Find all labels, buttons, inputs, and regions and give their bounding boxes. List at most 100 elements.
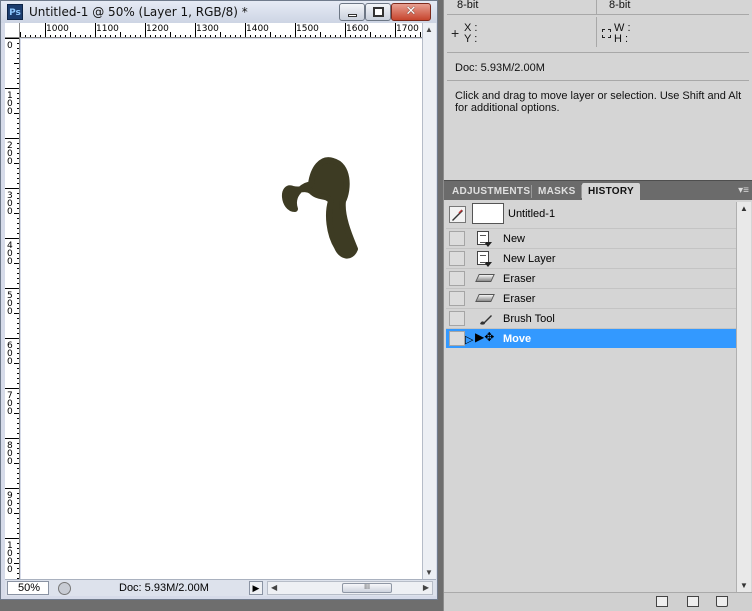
scroll-up-icon[interactable]: ▲: [740, 204, 748, 213]
history-panel-group: ADJUSTMENTS MASKS HISTORY ▾≡ Untitled-1 …: [443, 180, 752, 611]
document-icon: [477, 231, 492, 247]
eraser-icon: [475, 294, 495, 302]
maximize-button[interactable]: [365, 3, 391, 21]
ruler-label-v700: 700: [7, 391, 13, 417]
status-indicator-icon[interactable]: [58, 582, 71, 595]
status-bar: 50% Doc: 5.93M/2.00M ▶ ◀ III ▶: [5, 579, 436, 596]
y-label: Y :: [464, 33, 478, 45]
h-label: H :: [614, 33, 629, 45]
trash-icon[interactable]: [716, 596, 728, 607]
close-icon: ✕: [405, 4, 417, 19]
history-step-new[interactable]: New: [446, 228, 736, 248]
info-doc-size: Doc: 5.93M/2.00M: [455, 62, 545, 74]
minimize-button[interactable]: [339, 3, 365, 21]
tab-history[interactable]: HISTORY: [582, 183, 640, 201]
history-brush-checkbox[interactable]: [449, 331, 465, 346]
history-step-move[interactable]: ▶✥ Move: [446, 328, 736, 348]
history-step-eraser[interactable]: Eraser: [446, 268, 736, 288]
scroll-up-icon[interactable]: ▲: [425, 25, 433, 34]
history-state-pointer-icon: ▷: [465, 334, 474, 346]
ruler-label-1500: 1500: [296, 24, 319, 34]
panel-tab-bar: ADJUSTMENTS MASKS HISTORY ▾≡: [444, 180, 752, 201]
document-canvas[interactable]: [21, 39, 422, 579]
history-step-eraser[interactable]: Eraser: [446, 288, 736, 308]
history-panel-footer: [444, 592, 752, 611]
ruler-label-1300: 1300: [196, 24, 219, 34]
vertical-scrollbar[interactable]: ▲ ▼: [422, 23, 436, 579]
ruler-label-v800: 800: [7, 441, 13, 467]
history-step-label: Move: [503, 333, 532, 345]
crosshair-icon: +: [451, 25, 460, 41]
history-brush-checkbox[interactable]: [449, 291, 465, 306]
history-step-new-layer[interactable]: New Layer: [446, 248, 736, 268]
history-step-brush-tool[interactable]: Brush Tool: [446, 308, 736, 328]
ruler-label-v400: 400: [7, 241, 13, 267]
snapshot-thumbnail[interactable]: [472, 203, 504, 224]
ruler-label-1700: 1700: [396, 24, 419, 34]
horizontal-ruler[interactable]: 1000 1100 1200 1300 1400 1500 1600 1700: [20, 23, 435, 38]
history-brush-checkbox[interactable]: [449, 251, 465, 266]
ruler-label-1400: 1400: [246, 24, 269, 34]
history-brush-source-icon[interactable]: [449, 206, 466, 223]
horizontal-scroll-thumb[interactable]: III: [342, 583, 392, 593]
snapshot-label: Untitled-1: [508, 208, 556, 220]
new-document-from-state-icon[interactable]: [656, 596, 668, 607]
vertical-ruler[interactable]: 0 100 200 300 400 500 600 700 800 900 10…: [5, 38, 20, 579]
document-window: Ps Untitled-1 @ 50% (Layer 1, RGB/8) * ✕…: [0, 0, 438, 600]
move-icon: ▶✥: [475, 330, 495, 344]
info-divider-2: [447, 52, 749, 53]
bit-depth-left: 8-bit: [457, 0, 479, 11]
panel-menu-icon[interactable]: ▾≡: [738, 185, 749, 196]
photoshop-app-icon: Ps: [7, 4, 23, 20]
eraser-icon: [475, 274, 495, 282]
ruler-label-v200: 200: [7, 141, 13, 167]
history-brush-checkbox[interactable]: [449, 271, 465, 286]
ruler-label-1200: 1200: [146, 24, 169, 34]
history-brush-checkbox[interactable]: [449, 311, 465, 326]
ruler-origin[interactable]: [5, 23, 20, 38]
ruler-label-1600: 1600: [346, 24, 369, 34]
ruler-label-1100: 1100: [96, 24, 119, 34]
horizontal-ruler-ticks: [20, 23, 431, 37]
close-button[interactable]: ✕: [391, 3, 431, 21]
document-size: Doc: 5.93M/2.00M: [119, 582, 209, 594]
history-step-label: New Layer: [503, 253, 556, 265]
info-divider-3: [447, 80, 749, 81]
history-step-label: Brush Tool: [503, 313, 555, 325]
ruler-label-v500: 500: [7, 291, 13, 317]
ruler-label-v600: 600: [7, 341, 13, 367]
ruler-label-v1000: 1000: [7, 541, 13, 575]
maximize-icon: [373, 7, 384, 17]
status-menu-arrow-icon[interactable]: ▶: [249, 581, 263, 595]
tab-adjustments[interactable]: ADJUSTMENTS: [446, 183, 536, 201]
tool-hint-line1: Click and drag to move layer or selectio…: [455, 90, 742, 102]
tab-masks[interactable]: MASKS: [532, 183, 582, 201]
ruler-label-1000: 1000: [46, 24, 69, 34]
ruler-label-v0: 0: [7, 41, 13, 51]
selection-size-icon: [602, 29, 611, 38]
document-titlebar[interactable]: Ps Untitled-1 @ 50% (Layer 1, RGB/8) * ✕: [1, 1, 437, 23]
info-divider: [447, 14, 749, 15]
scroll-right-icon[interactable]: ▶: [423, 583, 429, 592]
info-vdivider: [596, 0, 597, 14]
history-snapshot[interactable]: Untitled-1: [446, 202, 736, 228]
history-scrollbar[interactable]: ▲ ▼: [736, 202, 751, 592]
scroll-down-icon[interactable]: ▼: [425, 568, 433, 577]
horizontal-scrollbar[interactable]: ◀ III ▶: [267, 581, 433, 595]
ruler-label-v100: 100: [7, 91, 13, 117]
history-brush-checkbox[interactable]: [449, 231, 465, 246]
ruler-label-v300: 300: [7, 191, 13, 217]
brush-icon: [480, 315, 492, 325]
zoom-field[interactable]: 50%: [7, 581, 49, 595]
scroll-left-icon[interactable]: ◀: [271, 583, 277, 592]
history-step-label: Eraser: [503, 293, 536, 305]
brush-stroke: [282, 157, 358, 259]
info-panel: 8-bit 8-bit + X : Y : W : H : Doc: 5.93M…: [443, 0, 752, 180]
document-title: Untitled-1 @ 50% (Layer 1, RGB/8) *: [29, 5, 248, 19]
create-snapshot-icon[interactable]: [687, 596, 699, 607]
history-step-label: Eraser: [503, 273, 536, 285]
scroll-down-icon[interactable]: ▼: [740, 581, 748, 590]
tool-hint-line2: for additional options.: [455, 102, 560, 114]
info-vdivider-2: [596, 17, 597, 47]
history-list: New New Layer Eraser Eraser Brush Tool ▶…: [446, 228, 736, 348]
